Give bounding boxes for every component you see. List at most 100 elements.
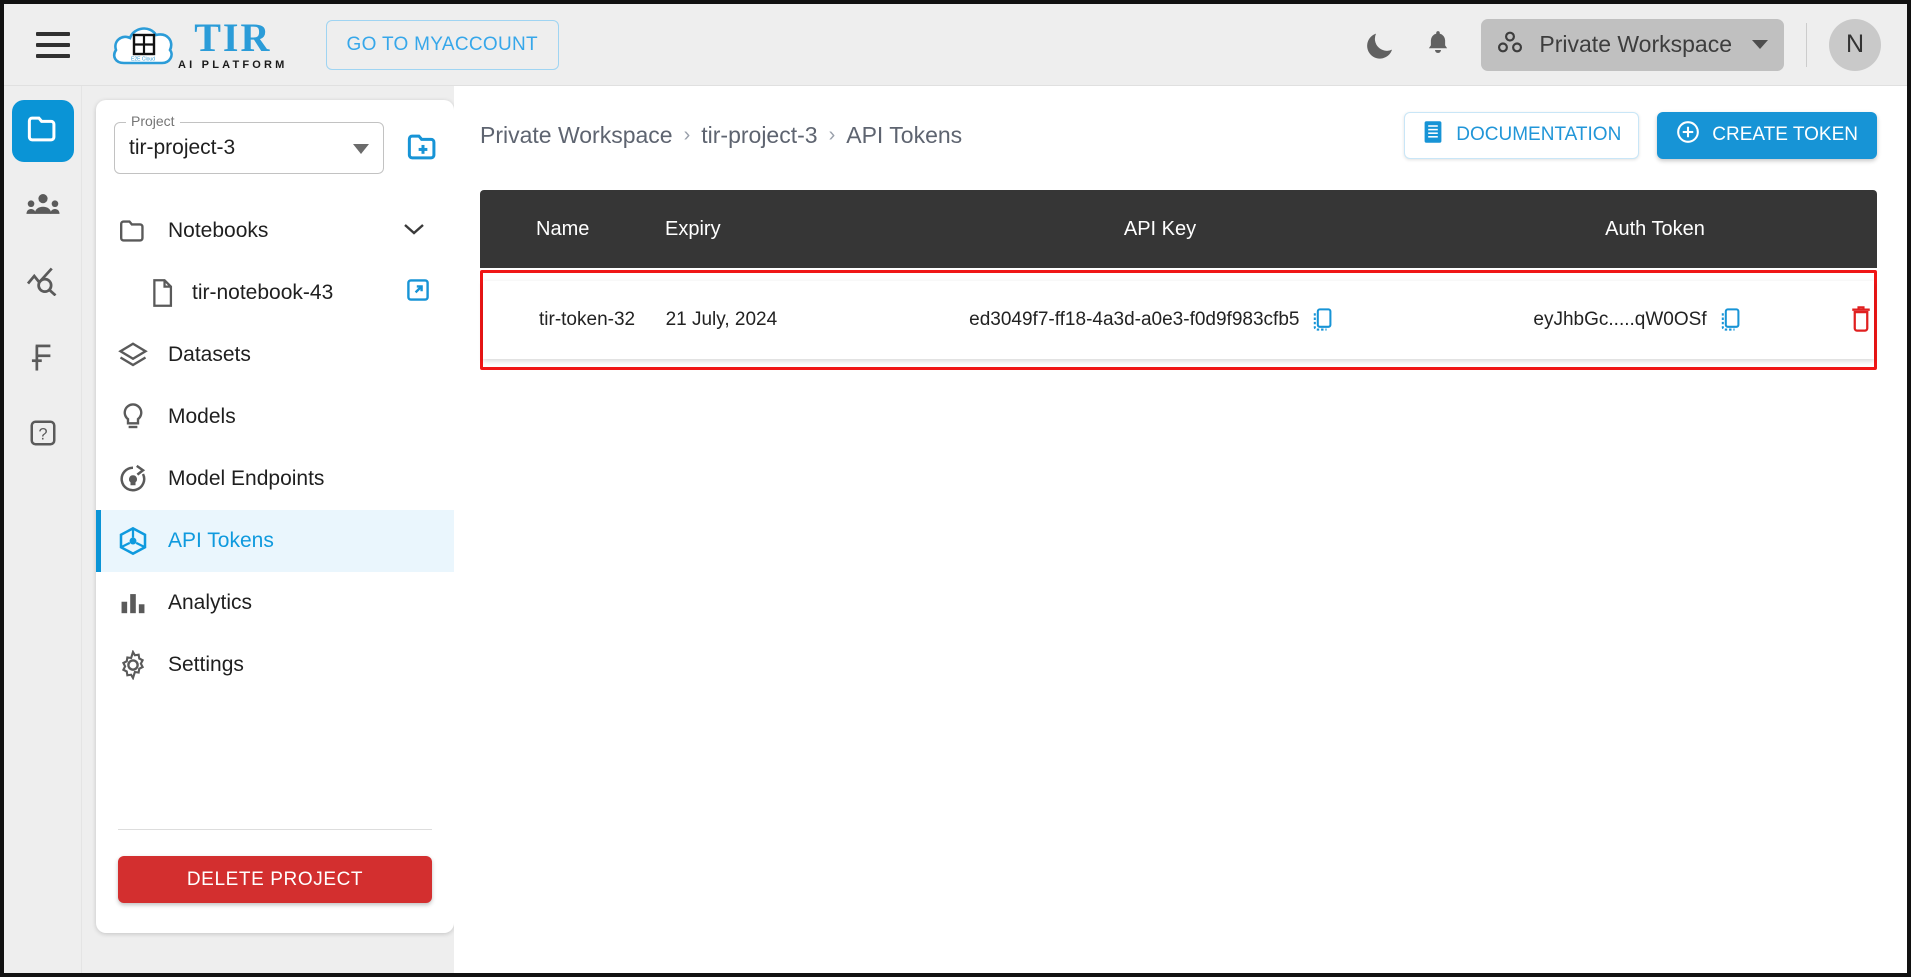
sidebar-item-model-endpoints[interactable]: Model Endpoints (96, 448, 454, 510)
cell-api-key: ed3049f7-ff18-4a3d-a0e3-f0d9f983cfb5 (877, 307, 1427, 334)
sidebar-item-label: Models (168, 405, 236, 428)
rail-item-monitoring[interactable] (12, 252, 74, 314)
dark-mode-toggle[interactable] (1363, 28, 1397, 62)
copy-auth-token-button[interactable] (1719, 307, 1741, 334)
folder-icon (26, 114, 60, 149)
icon-rail: ? (4, 86, 82, 973)
top-bar-divider (1806, 22, 1807, 67)
breadcrumb-separator: › (683, 123, 691, 146)
sidebar-sub-item-label: tir-notebook-43 (192, 281, 334, 304)
folder-plus-icon (406, 132, 440, 165)
workspace-label: Private Workspace (1539, 31, 1732, 57)
rail-item-projects[interactable] (11, 100, 74, 162)
file-icon (148, 279, 176, 307)
rupee-icon (29, 341, 57, 378)
breadcrumb-item-current: API Tokens (846, 121, 963, 148)
delete-token-button[interactable] (1848, 304, 1874, 337)
workspace-selector[interactable]: Private Workspace (1481, 18, 1784, 71)
column-header-api-key: API Key (1123, 217, 1197, 240)
new-folder-button[interactable] (406, 132, 440, 165)
brand-name: TIR (194, 14, 272, 60)
rail-item-team[interactable] (12, 176, 74, 238)
table-header-row: Name Expiry API Key Auth Token (480, 190, 1877, 268)
cloud-logo-icon: E2E Cloud (110, 19, 176, 71)
project-panel: Project tir-project-3 Notebooks tir-note… (96, 100, 454, 933)
sidebar-item-label: Settings (168, 653, 244, 676)
main-header: Private Workspace › tir-project-3 › API … (480, 104, 1877, 166)
auth-token-value: eyJhbGc.....qW0OSf (1533, 309, 1707, 330)
sidebar-item-notebooks[interactable]: Notebooks (96, 200, 454, 262)
column-header-expiry: Expiry (665, 217, 721, 240)
panel-divider (118, 829, 432, 830)
project-panel-wrapper: Project tir-project-3 Notebooks tir-note… (82, 86, 454, 973)
copy-icon (1719, 307, 1741, 334)
sidebar-item-models[interactable]: Models (96, 386, 454, 448)
sidebar-item-analytics[interactable]: Analytics (96, 572, 454, 634)
cell-token-name: tir-token-32 (539, 309, 636, 330)
chart-search-icon (26, 266, 60, 301)
brand-tagline: AI PLATFORM (178, 58, 288, 71)
delete-project-button[interactable]: DELETE PROJECT (118, 856, 432, 903)
sidebar-item-datasets[interactable]: Datasets (96, 324, 454, 386)
cell-expiry: 21 July, 2024 (665, 309, 778, 330)
cube-icon (116, 525, 150, 557)
breadcrumb-item-project[interactable]: tir-project-3 (701, 122, 817, 149)
svg-text:E2E Cloud: E2E Cloud (131, 56, 155, 62)
trash-icon (1848, 304, 1874, 337)
project-select-label: Project (126, 113, 180, 129)
create-token-button[interactable]: CREATE TOKEN (1657, 111, 1877, 159)
document-icon (1422, 120, 1444, 150)
go-to-myaccount-button[interactable]: GO TO MYACCOUNT (325, 19, 559, 70)
documentation-button[interactable]: DOCUMENTATION (1404, 111, 1640, 159)
sidebar-item-label: Model Endpoints (168, 467, 325, 490)
layers-icon (116, 341, 150, 369)
cell-actions (1848, 304, 1874, 337)
app-window: E2E Cloud TIR AI PLATFORM GO TO MYACCOUN… (0, 0, 1911, 977)
sidebar-item-label: Datasets (168, 343, 251, 366)
documentation-button-label: DOCUMENTATION (1456, 124, 1622, 145)
top-bar: E2E Cloud TIR AI PLATFORM GO TO MYACCOUN… (4, 4, 1907, 86)
table-row[interactable]: tir-token-32 21 July, 2024 ed3049f7-ff18… (483, 281, 1874, 359)
sidebar-item-settings[interactable]: Settings (96, 634, 454, 696)
create-token-button-label: CREATE TOKEN (1712, 124, 1858, 145)
endpoint-icon (116, 464, 150, 494)
sidebar-item-label: API Tokens (168, 529, 274, 552)
column-header-name: Name (536, 217, 590, 240)
people-icon (25, 191, 60, 224)
chevron-down-icon (1752, 40, 1768, 49)
lightbulb-icon (116, 402, 150, 432)
notifications-button[interactable] (1423, 28, 1453, 62)
sidebar-item-api-tokens[interactable]: API Tokens (96, 510, 454, 572)
workspace-dots-icon (1495, 29, 1525, 60)
chevron-down-icon (353, 144, 369, 154)
help-icon: ? (28, 418, 58, 453)
copy-api-key-button[interactable] (1311, 307, 1333, 334)
bar-chart-icon (116, 590, 150, 616)
project-select[interactable]: Project tir-project-3 (114, 113, 384, 174)
svg-text:?: ? (38, 425, 47, 443)
project-menu: Notebooks tir-notebook-43 Datasets Model… (96, 200, 454, 696)
panel-spacer (96, 696, 454, 829)
sidebar-item-label: Notebooks (168, 219, 269, 242)
main-content: Private Workspace › tir-project-3 › API … (454, 86, 1907, 973)
project-select-value: tir-project-3 (129, 136, 236, 159)
sidebar-item-tir-notebook-43[interactable]: tir-notebook-43 (96, 262, 454, 324)
moon-icon (1363, 28, 1397, 62)
api-key-value: ed3049f7-ff18-4a3d-a0e3-f0d9f983cfb5 (969, 309, 1300, 330)
app-body: ? Project tir-project-3 Notebooks tir-no… (4, 86, 1907, 973)
rail-item-help[interactable]: ? (12, 404, 74, 466)
gear-icon (116, 650, 150, 680)
breadcrumb: Private Workspace › tir-project-3 › API … (480, 122, 962, 149)
breadcrumb-separator: › (828, 123, 836, 146)
sidebar-item-label: Analytics (168, 591, 253, 614)
external-link-icon[interactable] (406, 278, 430, 308)
brand-logo-group: E2E Cloud TIR AI PLATFORM (110, 14, 288, 71)
rail-item-billing[interactable] (12, 328, 74, 390)
chevron-down-icon[interactable] (402, 219, 426, 243)
copy-icon (1311, 307, 1333, 334)
hamburger-icon[interactable] (36, 31, 70, 58)
cell-auth-token: eyJhbGc.....qW0OSf (1426, 307, 1848, 334)
breadcrumb-item-workspace[interactable]: Private Workspace (480, 122, 673, 149)
folder-outline-icon (116, 218, 150, 244)
avatar[interactable]: N (1829, 18, 1881, 71)
